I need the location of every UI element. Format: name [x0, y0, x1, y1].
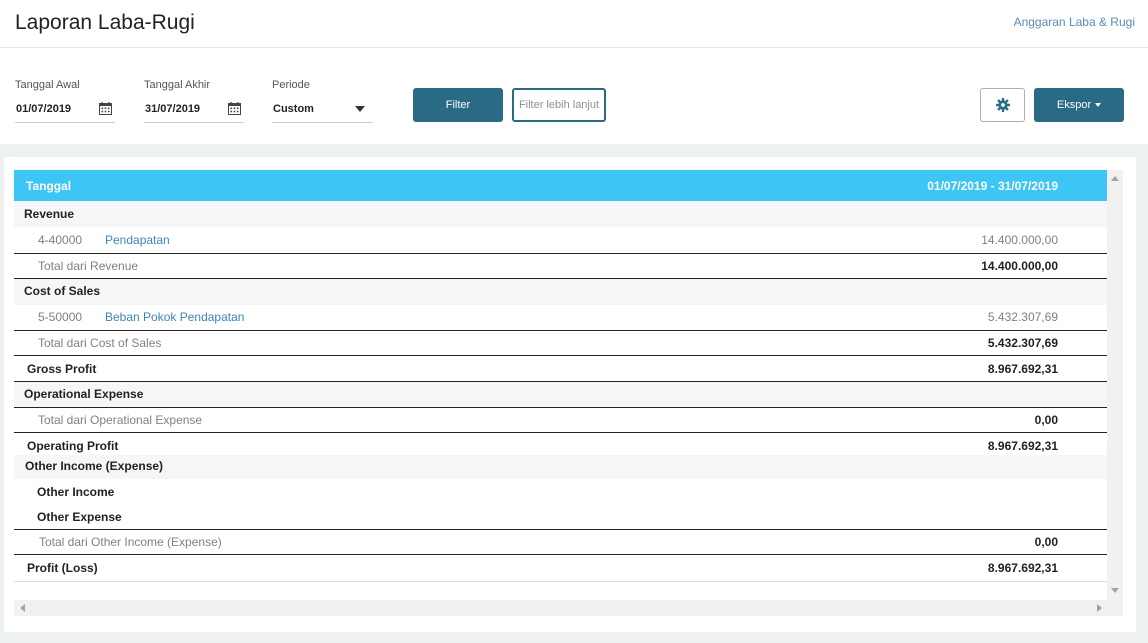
total-amount: 14.400.000,00 [981, 259, 1058, 273]
end-date-value: 31/07/2019 [145, 103, 201, 115]
total-amount: 0,00 [1034, 535, 1058, 549]
start-date-field: Tanggal Awal 01/07/2019 [15, 79, 115, 123]
section-operational-expense: Operational Expense [14, 382, 1107, 407]
header-date-label: Tanggal [26, 179, 72, 193]
subsection-other-income: Other Income [14, 479, 1107, 504]
account-amount: 5.432.307,69 [987, 310, 1058, 324]
period-value: Custom [273, 103, 314, 115]
end-date-field: Tanggal Akhir 31/07/2019 [144, 79, 244, 123]
operating-profit-amount: 8.967.692,31 [987, 439, 1058, 453]
total-row: Total dari Cost of Sales 5.432.307,69 [14, 330, 1107, 356]
filter-button[interactable]: Filter [413, 88, 503, 122]
account-row: 4-40000 Pendapatan 14.400.000,00 [14, 227, 1107, 253]
account-name-link[interactable]: Beban Pokok Pendapatan [105, 310, 244, 324]
calendar-icon[interactable] [228, 102, 241, 115]
vertical-scrollbar[interactable] [1107, 170, 1123, 600]
total-amount: 5.432.307,69 [987, 336, 1058, 350]
section-label: Revenue [24, 207, 75, 221]
section-label: Cost of Sales [24, 284, 101, 298]
total-label: Total dari Revenue [38, 259, 139, 273]
section-cost-of-sales: Cost of Sales [14, 279, 1107, 305]
scroll-left-icon[interactable] [20, 604, 25, 612]
section-label: Operational Expense [24, 387, 144, 401]
subsection-label: Other Expense [37, 510, 122, 524]
section-label: Other Income (Expense) [25, 459, 164, 473]
total-row: Total dari Operational Expense 0,00 [14, 407, 1107, 433]
gross-profit-label: Gross Profit [27, 362, 97, 376]
gross-profit-amount: 8.967.692,31 [987, 362, 1058, 376]
profit-loss-label: Profit (Loss) [27, 561, 98, 575]
chevron-down-icon [355, 106, 365, 112]
end-date-label: Tanggal Akhir [144, 79, 211, 91]
export-button[interactable]: Ekspor [1034, 88, 1124, 122]
section-other-income-expense: Other Income (Expense) [14, 455, 1107, 479]
budget-link[interactable]: Anggaran Laba & Rugi [1014, 15, 1135, 29]
caret-down-icon [1095, 103, 1102, 108]
scroll-down-icon[interactable] [1111, 588, 1119, 593]
profit-loss-row: Profit (Loss) 8.967.692,31 [14, 555, 1107, 582]
period-label: Periode [272, 79, 310, 91]
total-label: Total dari Other Income (Expense) [39, 535, 222, 549]
scroll-up-icon[interactable] [1111, 176, 1119, 181]
page-title: Laporan Laba-Rugi [15, 11, 195, 34]
settings-button[interactable] [980, 88, 1025, 122]
total-amount: 0,00 [1034, 413, 1058, 427]
operating-profit-label: Operating Profit [27, 439, 119, 453]
profit-loss-amount: 8.967.692,31 [987, 561, 1058, 575]
total-label: Total dari Cost of Sales [38, 336, 162, 350]
scroll-right-icon[interactable] [1097, 604, 1102, 612]
total-row: Total dari Other Income (Expense) 0,00 [14, 529, 1107, 555]
account-code: 4-40000 [38, 233, 83, 247]
operating-profit-row: Operating Profit 8.967.692,31 [14, 433, 1107, 455]
period-field: Periode Custom [272, 79, 373, 123]
account-row: 5-50000 Beban Pokok Pendapatan 5.432.307… [14, 305, 1107, 330]
page-header: Laporan Laba-Rugi Anggaran Laba & Rugi [0, 0, 1148, 48]
table-header-row: Tanggal 01/07/2019 - 31/07/2019 [14, 170, 1107, 201]
subsection-other-expense: Other Expense [14, 504, 1107, 529]
calendar-icon[interactable] [99, 102, 112, 115]
account-name-link[interactable]: Pendapatan [105, 233, 170, 247]
header-period-range: 01/07/2019 - 31/07/2019 [927, 179, 1058, 193]
export-button-label: Ekspor [1056, 99, 1092, 111]
start-date-input[interactable]: 01/07/2019 [15, 100, 115, 123]
period-select[interactable]: Custom [272, 100, 373, 123]
account-code: 5-50000 [38, 310, 83, 324]
report-table: Tanggal 01/07/2019 - 31/07/2019 Revenue … [14, 170, 1107, 600]
account-amount: 14.400.000,00 [981, 233, 1058, 247]
subsection-label: Other Income [37, 485, 115, 499]
start-date-label: Tanggal Awal [15, 79, 80, 91]
gross-profit-row: Gross Profit 8.967.692,31 [14, 356, 1107, 382]
advanced-filter-button[interactable]: Filter lebih lanjut [512, 88, 606, 122]
total-row: Total dari Revenue 14.400.000,00 [14, 253, 1107, 279]
start-date-value: 01/07/2019 [16, 103, 72, 115]
horizontal-scrollbar[interactable] [14, 600, 1123, 616]
gear-icon [996, 98, 1010, 112]
total-label: Total dari Operational Expense [38, 413, 203, 427]
end-date-input[interactable]: 31/07/2019 [144, 100, 244, 123]
section-revenue: Revenue [14, 201, 1107, 227]
